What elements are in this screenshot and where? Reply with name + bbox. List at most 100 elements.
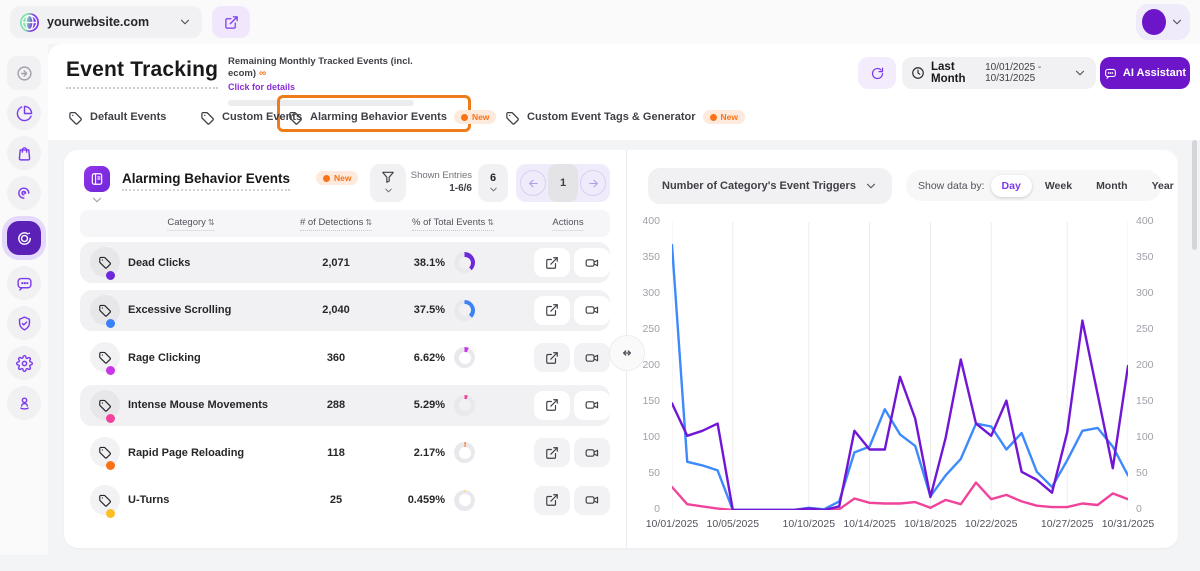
chart-metric-dropdown[interactable]: Number of Category's Event Triggers xyxy=(648,168,892,204)
circle-arrow-right-icon xyxy=(16,65,33,82)
watch-recordings-button[interactable] xyxy=(574,248,610,277)
percent-donut xyxy=(454,442,475,463)
chevron-down-icon xyxy=(1073,66,1087,80)
column-header--of-total-events[interactable]: % of Total Events⇅ xyxy=(412,217,494,231)
tab-alarming-behavior-events[interactable]: Alarming Behavior EventsNew xyxy=(288,106,496,128)
table-row[interactable]: Intense Mouse Movements2885.29% xyxy=(80,385,610,426)
open-category-button[interactable] xyxy=(534,391,570,420)
sidebar-item-analytics[interactable] xyxy=(7,96,41,130)
open-category-button[interactable] xyxy=(534,343,570,372)
watch-recordings-button[interactable] xyxy=(574,486,610,515)
percent-of-total: 2.17% xyxy=(370,432,445,473)
percent-of-total: 6.62% xyxy=(370,337,445,378)
table-panel-icon xyxy=(90,172,104,186)
y-axis-tick-right: 150 xyxy=(1136,395,1176,407)
ai-assistant-label: AI Assistant xyxy=(1123,67,1186,79)
sidebar-item-recordings[interactable] xyxy=(7,176,41,210)
click-for-details-link[interactable]: Click for details xyxy=(228,82,428,92)
percent-donut xyxy=(454,300,475,321)
events-panel: Alarming Behavior Events New Shown Entri… xyxy=(64,150,1178,548)
period-segment-week[interactable]: Week xyxy=(1034,175,1083,197)
funnel-icon xyxy=(381,170,395,184)
category-name: U-Turns xyxy=(128,480,169,521)
account-menu[interactable] xyxy=(1136,4,1190,40)
tag-icon xyxy=(288,110,303,125)
prev-page-button[interactable] xyxy=(520,170,546,196)
open-website-button[interactable] xyxy=(212,6,250,38)
category-color-dot xyxy=(106,414,115,423)
website-name: yourwebsite.com xyxy=(47,15,170,29)
sidebar-item-ecommerce[interactable] xyxy=(7,136,41,170)
tab-label: Custom Event Tags & Generator xyxy=(527,111,696,123)
x-axis-tick: 10/18/2025 xyxy=(904,518,957,530)
page-title: Event Tracking xyxy=(66,58,218,89)
tab-custom-event-tags-generator[interactable]: Custom Event Tags & GeneratorNew xyxy=(505,106,745,128)
watch-recordings-button[interactable] xyxy=(574,296,610,325)
gear-icon xyxy=(16,355,33,372)
tab-default-events[interactable]: Default Events xyxy=(68,106,166,128)
sidebar-item-event-tracking[interactable] xyxy=(7,221,41,255)
table-row[interactable]: Excessive Scrolling2,04037.5% xyxy=(80,290,610,331)
refresh-button[interactable] xyxy=(858,57,896,89)
category-tag-icon xyxy=(90,295,120,325)
watch-recordings-button[interactable] xyxy=(574,343,610,372)
x-axis-tick: 10/01/2025 xyxy=(646,518,699,530)
category-color-dot xyxy=(106,271,115,280)
table-row[interactable]: Rage Clicking3606.62% xyxy=(80,337,610,378)
filter-button[interactable] xyxy=(370,164,406,202)
column-header-category[interactable]: Category⇅ xyxy=(167,217,214,231)
panel-resize-handle[interactable] xyxy=(609,335,645,371)
chevron-down-icon xyxy=(1170,15,1184,29)
y-axis-tick-left: 350 xyxy=(620,251,660,263)
tag-icon xyxy=(505,110,520,125)
new-badge: New xyxy=(316,171,358,185)
horizontal-resize-icon xyxy=(619,345,635,361)
pie-chart-icon xyxy=(16,105,33,122)
open-category-button[interactable] xyxy=(534,438,570,467)
tab-label: Default Events xyxy=(90,111,166,123)
open-category-button[interactable] xyxy=(534,486,570,515)
y-axis-tick-left: 300 xyxy=(620,287,660,299)
shown-entries-value: 1-6/6 xyxy=(410,183,472,194)
website-globe-icon xyxy=(20,13,39,32)
period-segment-year[interactable]: Year xyxy=(1141,175,1185,197)
vertical-scrollbar[interactable] xyxy=(1192,140,1197,250)
x-axis-tick: 10/27/2025 xyxy=(1041,518,1094,530)
percent-of-total: 38.1% xyxy=(370,242,445,283)
period-segment-month[interactable]: Month xyxy=(1085,175,1139,197)
sidebar-item-settings[interactable] xyxy=(7,346,41,380)
pagination: 1 xyxy=(516,164,610,202)
column-header--of-detections[interactable]: # of Detections⇅ xyxy=(300,217,372,231)
sidebar-item-sidebar-toggle[interactable] xyxy=(7,56,41,90)
table-column-header: Category⇅ # of Detections⇅ % of Total Even… xyxy=(80,210,610,237)
page-size-selector[interactable]: 6 xyxy=(478,164,508,202)
category-name: Dead Clicks xyxy=(128,242,190,283)
watch-recordings-button[interactable] xyxy=(574,391,610,420)
sidebar-item-privacy[interactable] xyxy=(7,306,41,340)
table-row[interactable]: Dead Clicks2,07138.1% xyxy=(80,242,610,283)
website-selector[interactable]: yourwebsite.com xyxy=(10,6,202,38)
panel-type-selector[interactable] xyxy=(84,166,110,192)
next-page-button[interactable] xyxy=(580,170,606,196)
date-range-selector[interactable]: Last Month 10/01/2025 - 10/31/2025 xyxy=(902,57,1096,89)
chat-icon xyxy=(16,275,33,292)
category-tag-icon xyxy=(90,437,120,467)
sidebar-item-feedback[interactable] xyxy=(7,266,41,300)
table-row[interactable]: U-Turns250.459% xyxy=(80,480,610,521)
tab-custom-events[interactable]: Custom Events xyxy=(200,106,302,128)
column-header-actions[interactable]: Actions xyxy=(552,217,583,231)
watch-recordings-button[interactable] xyxy=(574,438,610,467)
current-page[interactable]: 1 xyxy=(548,164,578,202)
sort-icon: ⇅ xyxy=(365,218,372,227)
x-axis-tick: 10/22/2025 xyxy=(965,518,1018,530)
period-segment-day[interactable]: Day xyxy=(991,175,1032,197)
sidebar-item-visitors[interactable] xyxy=(7,386,41,420)
x-axis-tick: 10/31/2025 xyxy=(1102,518,1155,530)
y-axis-tick-right: 300 xyxy=(1136,287,1176,299)
open-category-button[interactable] xyxy=(534,296,570,325)
y-axis-tick-right: 200 xyxy=(1136,359,1176,371)
location-person-icon xyxy=(16,395,33,412)
open-category-button[interactable] xyxy=(534,248,570,277)
ai-assistant-button[interactable]: AI Assistant xyxy=(1100,57,1190,89)
table-row[interactable]: Rapid Page Reloading1182.17% xyxy=(80,432,610,473)
